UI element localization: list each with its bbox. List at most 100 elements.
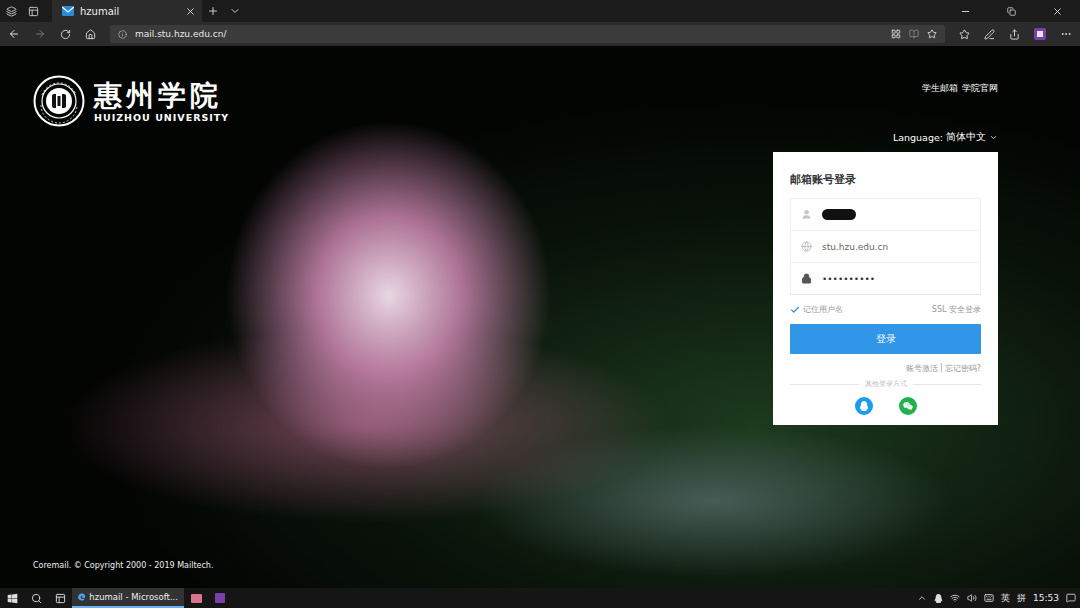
favorites-icon[interactable] [959,29,970,40]
plus-icon[interactable] [207,5,219,17]
show-hidden-icon[interactable] [917,593,927,603]
close-icon[interactable] [1052,6,1063,17]
domain-field[interactable]: stu.hzu.edu.cn [790,230,981,263]
minimize-button[interactable] [942,0,988,22]
desktop-screen: hzumail mail.stu.hzu.edu.cn/惠州学院HUIZHOU U… [0,0,1080,608]
activate-link[interactable]: 账号激活 [906,363,938,374]
onenote-icon[interactable] [1034,28,1046,40]
search-icon [31,593,42,604]
address-toolbar: mail.stu.hzu.edu.cn/ [0,22,1080,46]
domain-text: stu.hzu.edu.cn [822,242,888,252]
forward-icon[interactable] [34,28,46,40]
extension-icon[interactable] [891,29,901,39]
logo-name-cn: 惠州学院 [94,80,229,112]
address-field[interactable]: mail.stu.hzu.edu.cn/ [110,25,945,43]
social-login-row [790,397,981,415]
notification-icon[interactable] [1066,593,1076,603]
edge-icon [78,592,85,602]
chevron-down-icon[interactable] [229,5,241,17]
university-emblem-icon [33,75,85,127]
wechat-icon [903,401,913,411]
onenote-taskbar-button[interactable] [208,588,232,608]
qq-login-button[interactable] [855,397,873,415]
keyboard-icon[interactable] [984,593,994,603]
university-logo: 惠州学院HUIZHOU UNIVERSITY [33,75,229,127]
check-icon [790,305,800,315]
close-button[interactable] [1034,0,1080,22]
windows-icon [7,593,18,604]
restore-icon[interactable] [1007,7,1016,16]
browser-tab[interactable]: hzumail [52,0,202,22]
ime-indicator[interactable]: 英 [1001,592,1010,605]
user-icon [801,209,812,220]
taskbar-app-label: hzumail - Microsoft... [89,592,178,602]
volume-icon[interactable] [967,593,977,603]
refresh-icon[interactable] [60,29,71,40]
top-link[interactable]: 学院官网 [962,82,998,95]
task-view-button[interactable] [48,588,72,608]
login-card: 邮箱账号登录 stu.hzu.edu.cn •••••••••• 记住用户名 SSL 安… [773,152,998,425]
divider-line [790,384,859,385]
link-separator: | [940,363,943,374]
options-row: 记住用户名 SSL 安全登录 [790,304,981,315]
tab-actions-button[interactable] [0,0,22,22]
tab-title: hzumail [80,6,179,17]
forgot-password-link[interactable]: 忘记密码? [945,363,981,374]
new-tab-button[interactable] [202,0,224,22]
login-title: 邮箱账号登录 [790,172,981,187]
minimize-icon[interactable] [960,6,971,17]
right-column: 学生邮箱学院官网 Language:简体中文邮箱账号登录 stu.hzu.edu.c… [773,46,998,588]
network-icon[interactable] [950,593,960,603]
home-icon[interactable] [85,29,96,40]
close-tab-icon[interactable] [185,6,196,17]
language-selector[interactable]: Language:简体中文 [893,131,998,144]
tab-list-button[interactable] [224,0,246,22]
remember-label: 记住用户名 [803,304,843,315]
remember-username[interactable]: 记住用户名 [790,304,843,315]
qq-tray-icon[interactable] [934,594,943,603]
language-chevron-icon[interactable] [989,133,998,142]
favorite-star-icon[interactable] [927,29,937,39]
reading-view-icon[interactable] [909,29,919,39]
login-button[interactable]: 登录 [790,324,981,354]
ssl-login-link[interactable]: SSL 安全登录 [932,304,981,315]
share-icon[interactable] [1009,29,1020,40]
back-icon[interactable] [8,28,20,40]
redacted-username [822,209,856,220]
password-text: •••••••••• [822,274,875,284]
left-column: 惠州学院HUIZHOU UNIVERSITY Coremail. © Copyri… [33,46,229,588]
clock[interactable]: 15:53 [1033,593,1059,603]
onenote-icon [215,593,225,603]
start-button[interactable] [0,588,24,608]
taskbar-app[interactable]: hzumail - Microsoft... [72,588,184,608]
top-link[interactable]: 学生邮箱 [922,82,958,95]
wechat-login-button[interactable] [899,397,917,415]
system-tray: 英拼 15:53 [917,592,1080,605]
restore-button[interactable] [988,0,1034,22]
more-icon[interactable] [1060,28,1072,40]
site-info-icon[interactable] [118,30,127,39]
app-button[interactable] [184,588,208,608]
task-view-icon [55,593,66,604]
login-page: 惠州学院HUIZHOU UNIVERSITY Coremail. © Copyri… [0,46,1080,588]
web-note-icon[interactable] [984,29,995,40]
tabs-icon[interactable] [6,6,17,17]
app-icon [191,594,202,603]
other-login-divider: 其他登录方式 [790,379,981,389]
taskbar: hzumail - Microsoft... 英拼 15:53 [0,588,1080,608]
footer-copyright: Coremail. © Copyright 2000 - 2019 Mailte… [33,561,229,570]
set-aside-button[interactable] [22,0,44,22]
lock-icon [801,273,812,284]
search-button[interactable] [24,588,48,608]
ime-indicator[interactable]: 拼 [1017,592,1026,605]
password-field[interactable]: •••••••••• [790,262,981,295]
other-login-label: 其他登录方式 [865,379,907,389]
logo-text: 惠州学院HUIZHOU UNIVERSITY [94,80,229,123]
top-links: 学生邮箱学院官网 [922,82,998,95]
divider-line [913,384,982,385]
remember-checkbox[interactable] [790,305,800,315]
globe-icon [801,241,812,252]
logo-name-en: HUIZHOU UNIVERSITY [94,112,229,123]
username-field[interactable] [790,198,981,231]
set-aside-icon[interactable] [28,6,39,17]
